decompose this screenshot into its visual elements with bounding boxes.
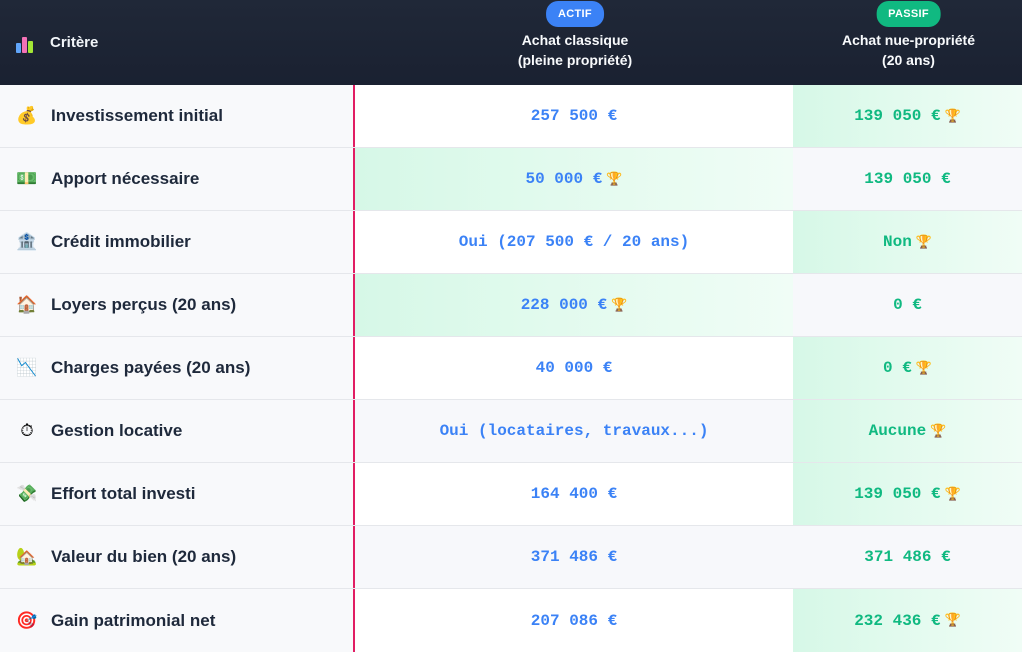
value-text: Oui (207 500 € / 20 ans) (458, 233, 690, 251)
value-text: 139 050 € (854, 107, 941, 125)
table-body: 💰 Investissement initial 257 500 € 139 050 … (0, 85, 1022, 652)
value-cell-nue: 139 050 € (793, 148, 1022, 210)
table-row: 🏡 Valeur du bien (20 ans) 371 486 € 371 486… (0, 526, 1022, 589)
trophy-icon: 🏆 (915, 234, 932, 250)
criterion-cell: 📉 Charges payées (20 ans) (0, 337, 355, 399)
table-row: ⏱ Gestion locative Oui (locataires, travau… (0, 400, 1022, 463)
value-text: 50 000 € (525, 170, 603, 188)
criterion-header: Critère (0, 0, 355, 85)
value-text: 40 000 € (535, 359, 613, 377)
bar-chart-icon (16, 33, 36, 53)
table-row: 🏦 Crédit immobilier Oui (207 500 € / 20 an… (0, 211, 1022, 274)
criterion-cell: 💰 Investissement initial (0, 85, 355, 147)
trophy-icon: 🏆 (944, 108, 961, 124)
value-text: 0 € (893, 296, 922, 314)
target-icon: 🎯 (16, 610, 38, 630)
stopwatch-icon: ⏱ (20, 421, 34, 440)
house-garden-icon: 🏡 (16, 547, 38, 566)
column-subtitle-nue: (20 ans) (882, 51, 935, 68)
criterion-cell: 🏡 Valeur du bien (20 ans) (0, 526, 355, 588)
value-cell-classic: 164 400 € (355, 463, 793, 525)
value-text: 232 436 € (854, 611, 941, 630)
money-wings-icon: 💸 (16, 484, 38, 503)
value-text: 257 500 € (530, 107, 618, 125)
house-icon: 🏠 (16, 295, 38, 314)
bank-icon: 🏦 (16, 232, 38, 251)
value-text: 0 € (883, 359, 912, 377)
criterion-header-label: Critère (50, 34, 99, 51)
criterion-label: Gestion locative (51, 421, 183, 440)
value-text: Non (883, 233, 912, 251)
column-header-classic: ACTIF Achat classique (pleine propriété) (355, 0, 795, 85)
status-badge-passif: PASSIF (876, 1, 941, 27)
criterion-cell: 🏠 Loyers perçus (20 ans) (0, 274, 355, 336)
criterion-label: Investissement initial (51, 106, 223, 125)
value-cell-classic: 228 000 € 🏆 (355, 274, 793, 336)
criterion-label: Valeur du bien (20 ans) (51, 547, 237, 566)
value-text: 164 400 € (530, 485, 618, 503)
value-text: 228 000 € (520, 296, 608, 314)
banknote-icon: 💵 (16, 169, 38, 188)
table-row: 💸 Effort total investi 164 400 € 139 050 € 🏆 (0, 463, 1022, 526)
money-bag-icon: 💰 (16, 106, 38, 125)
criterion-cell: 💸 Effort total investi (0, 463, 355, 525)
value-cell-nue: 371 486 € (793, 526, 1022, 588)
value-text: 371 486 € (864, 548, 951, 566)
status-badge-actif: ACTIF (546, 1, 604, 27)
criterion-label: Gain patrimonial net (51, 610, 216, 630)
column-title-classic: Achat classique (521, 31, 629, 48)
trophy-icon: 🏆 (611, 297, 628, 313)
value-cell-nue: 139 050 € 🏆 (793, 85, 1022, 147)
table-row: 🎯 Gain patrimonial net 207 086 € 232 436 € 🏆 (0, 589, 1022, 652)
value-cell-nue: 139 050 € 🏆 (793, 463, 1022, 525)
column-subtitle-classic: (pleine propriété) (517, 51, 633, 68)
table-row: 🏠 Loyers perçus (20 ans) 228 000 € 🏆 0 € (0, 274, 1022, 337)
trophy-icon: 🏆 (944, 486, 961, 502)
value-cell-classic: 40 000 € (355, 337, 793, 399)
value-text: 139 050 € (864, 170, 951, 188)
criterion-cell: ⏱ Gestion locative (0, 400, 355, 462)
trophy-icon: 🏆 (606, 171, 623, 187)
criterion-label: Effort total investi (51, 484, 196, 503)
value-text: 207 086 € (530, 611, 618, 630)
table-row: 📉 Charges payées (20 ans) 40 000 € 0 € 🏆 (0, 337, 1022, 400)
value-cell-classic: 50 000 € 🏆 (355, 148, 793, 210)
table-row: 💵 Apport nécessaire 50 000 € 🏆 139 050 € (0, 148, 1022, 211)
criterion-cell: 💵 Apport nécessaire (0, 148, 355, 210)
value-cell-classic: Oui (locataires, travaux...) (355, 400, 793, 462)
value-cell-classic: 257 500 € (355, 85, 793, 147)
value-cell-nue: 0 € (793, 274, 1022, 336)
column-header-nue: PASSIF Achat nue-propriété (20 ans) (795, 0, 1022, 85)
criterion-label: Charges payées (20 ans) (51, 358, 251, 377)
value-cell-nue: Aucune 🏆 (793, 400, 1022, 462)
value-cell-nue: 0 € 🏆 (793, 337, 1022, 399)
value-cell-classic: 371 486 € (355, 526, 793, 588)
value-text: Oui (locataires, travaux...) (439, 422, 709, 440)
value-text: 371 486 € (530, 548, 618, 566)
value-cell-nue: Non 🏆 (793, 211, 1022, 273)
value-cell-classic: 207 086 € (355, 589, 793, 652)
trophy-icon: 🏆 (915, 360, 932, 376)
trophy-icon: 🏆 (930, 423, 947, 439)
criterion-label: Apport nécessaire (51, 169, 200, 188)
comparison-table: Critère ACTIF Achat classique (pleine pr… (0, 0, 1022, 652)
chart-decreasing-icon: 📉 (16, 358, 38, 377)
table-header: Critère ACTIF Achat classique (pleine pr… (0, 0, 1022, 85)
value-text: 139 050 € (854, 485, 941, 503)
table-row: 💰 Investissement initial 257 500 € 139 050 … (0, 85, 1022, 148)
column-title-nue: Achat nue-propriété (841, 31, 975, 48)
value-cell-classic: Oui (207 500 € / 20 ans) (355, 211, 793, 273)
criterion-cell: 🏦 Crédit immobilier (0, 211, 355, 273)
criterion-label: Crédit immobilier (51, 232, 191, 251)
trophy-icon: 🏆 (944, 613, 961, 628)
value-cell-nue: 232 436 € 🏆 (793, 589, 1022, 652)
criterion-label: Loyers perçus (20 ans) (51, 295, 237, 314)
value-text: Aucune (868, 422, 927, 440)
criterion-cell: 🎯 Gain patrimonial net (0, 589, 355, 652)
